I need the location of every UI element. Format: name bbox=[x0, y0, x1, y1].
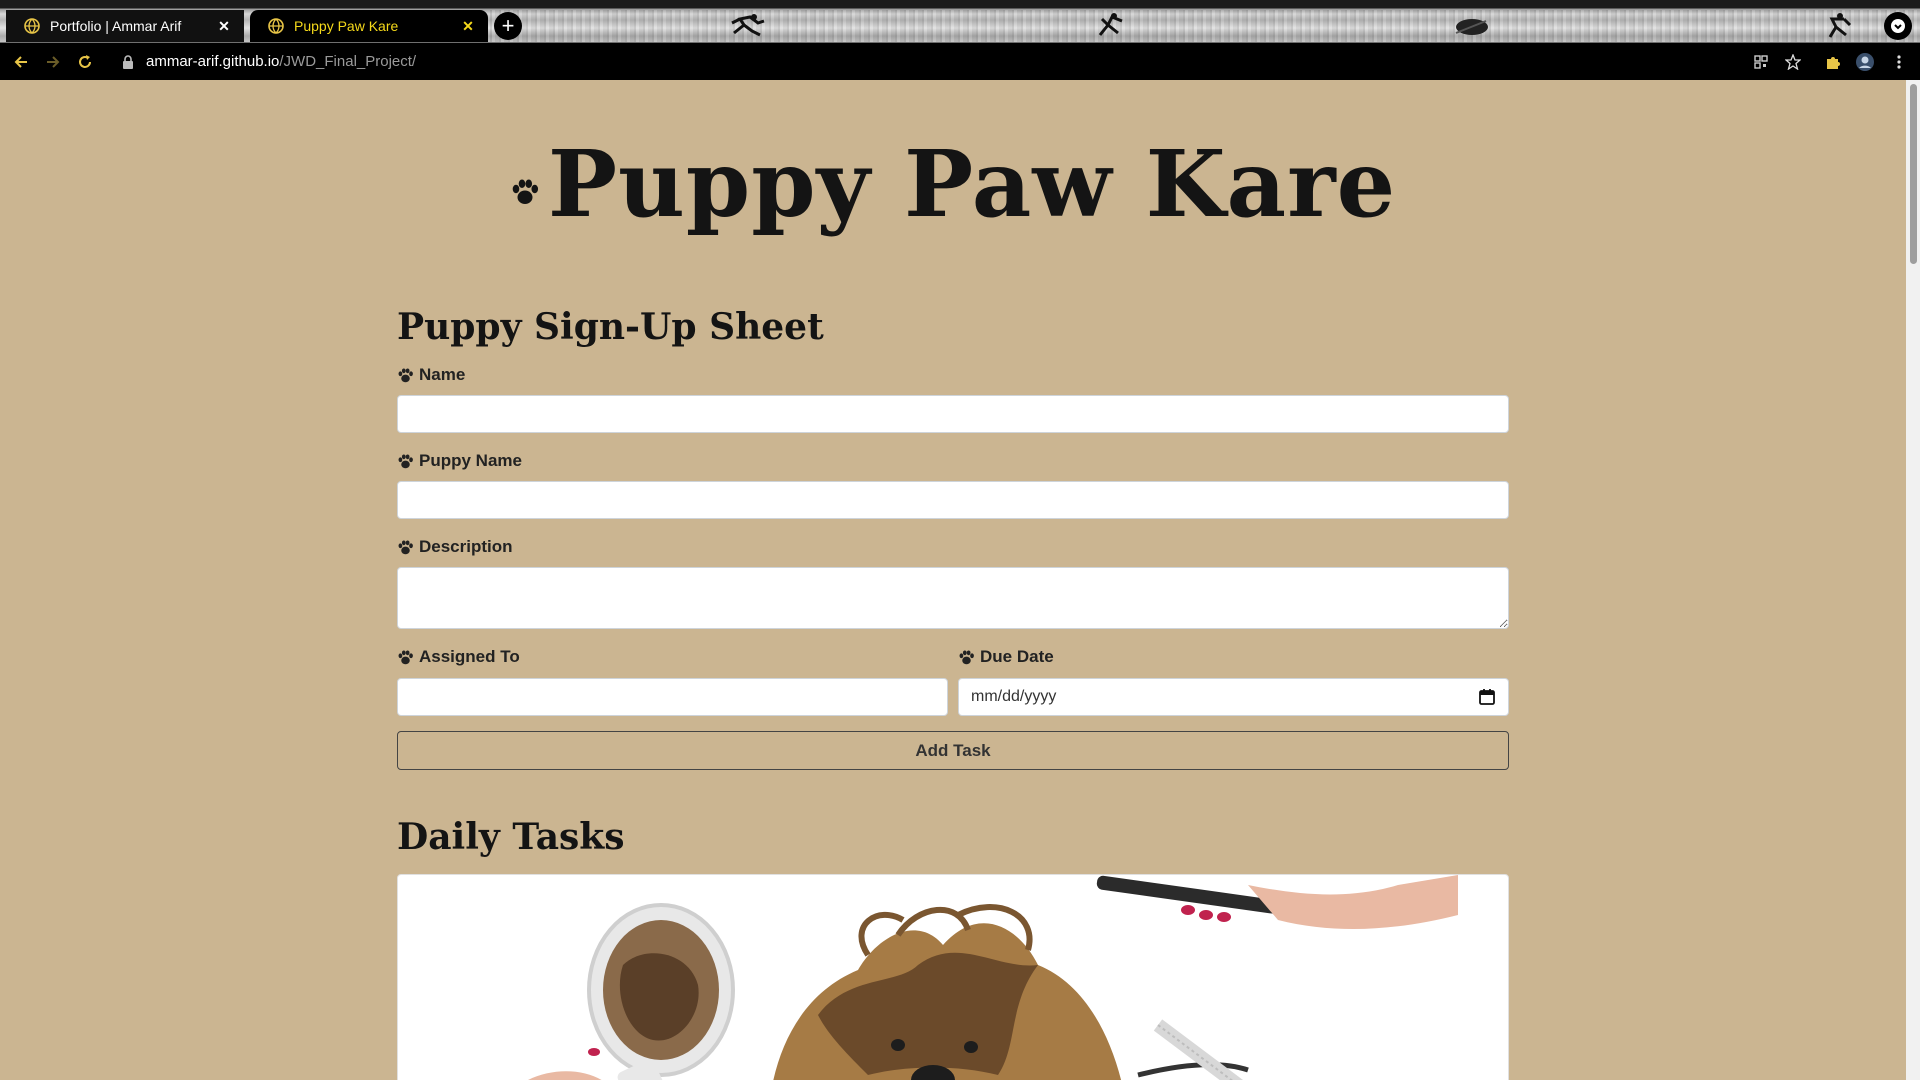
page-content: Puppy Paw Kare Puppy Sign-Up Sheet Name … bbox=[0, 80, 1906, 1080]
qr-code-icon bbox=[1754, 55, 1768, 69]
url-host: ammar-arif.github.io bbox=[146, 53, 280, 70]
add-task-button[interactable]: Add Task bbox=[397, 731, 1509, 770]
globe-icon bbox=[24, 18, 40, 34]
page-scrollbar[interactable] bbox=[1906, 80, 1920, 1080]
lock-icon bbox=[123, 54, 133, 69]
paw-icon bbox=[398, 539, 413, 554]
puzzle-piece-icon bbox=[1827, 57, 1840, 69]
forward-button[interactable] bbox=[42, 51, 64, 73]
tab-title: Portfolio | Ammar Arif bbox=[50, 18, 182, 34]
puppy-name-label-text: Puppy Name bbox=[419, 451, 522, 470]
bookmark-star-button[interactable] bbox=[1782, 51, 1804, 73]
browser-menu-button[interactable] bbox=[1888, 51, 1910, 73]
reload-icon bbox=[79, 55, 91, 68]
site-title-text: Puppy Paw Kare bbox=[547, 130, 1397, 238]
puppy-name-input[interactable] bbox=[397, 481, 1509, 519]
description-label-text: Description bbox=[419, 537, 513, 556]
extensions-button[interactable] bbox=[1822, 51, 1844, 73]
calendar-icon[interactable] bbox=[1478, 688, 1496, 706]
tab-portfolio[interactable]: Portfolio | Ammar Arif ✕ bbox=[6, 10, 244, 42]
due-date-label: Due Date bbox=[958, 647, 1054, 667]
dog-grooming-image bbox=[528, 875, 1458, 1080]
signup-heading: Puppy Sign-Up Sheet bbox=[397, 306, 824, 348]
scrollbar-thumb[interactable] bbox=[1910, 84, 1917, 264]
url-path: /JWD_Final_Project/ bbox=[279, 53, 417, 70]
tab-close-icon[interactable]: ✕ bbox=[216, 18, 232, 35]
paw-icon bbox=[398, 367, 413, 382]
due-date-input[interactable]: mm/dd/yyyy bbox=[958, 678, 1509, 716]
assigned-to-input[interactable] bbox=[397, 678, 948, 716]
name-label: Name bbox=[397, 365, 465, 385]
qr-code-button[interactable] bbox=[1750, 51, 1772, 73]
daily-tasks-heading: Daily Tasks bbox=[397, 816, 625, 858]
puppy-name-label: Puppy Name bbox=[397, 451, 522, 471]
kebab-menu-icon bbox=[1897, 55, 1901, 69]
paw-icon bbox=[959, 649, 974, 664]
theme-runner-graphic bbox=[1455, 19, 1488, 35]
globe-icon bbox=[268, 18, 284, 34]
new-tab-button[interactable]: + bbox=[494, 12, 522, 40]
theme-runner-graphic bbox=[1828, 13, 1852, 38]
star-icon bbox=[1785, 54, 1801, 70]
tab-search-button[interactable] bbox=[1884, 12, 1912, 40]
address-bar[interactable]: ammar-arif.github.io/JWD_Final_Project/ bbox=[108, 46, 1762, 77]
grooming-photo-card bbox=[397, 874, 1509, 1080]
paw-icon bbox=[398, 649, 413, 664]
back-arrow-icon bbox=[14, 56, 27, 68]
theme-runner-graphic bbox=[731, 14, 765, 37]
url-text: ammar-arif.github.io/JWD_Final_Project/ bbox=[146, 53, 416, 70]
name-label-text: Name bbox=[419, 365, 466, 384]
reload-button[interactable] bbox=[74, 51, 96, 73]
assigned-to-label-text: Assigned To bbox=[419, 647, 520, 666]
due-date-label-text: Due Date bbox=[980, 647, 1054, 666]
assigned-to-label: Assigned To bbox=[397, 647, 520, 667]
name-input[interactable] bbox=[397, 395, 1509, 433]
site-title: Puppy Paw Kare bbox=[0, 130, 1906, 238]
profile-avatar-button[interactable] bbox=[1854, 51, 1876, 73]
browser-toolbar: ammar-arif.github.io/JWD_Final_Project/ bbox=[0, 43, 1920, 80]
tab-title: Puppy Paw Kare bbox=[294, 18, 399, 34]
description-textarea[interactable] bbox=[397, 567, 1509, 629]
tab-close-icon[interactable]: ✕ bbox=[460, 18, 476, 35]
due-date-placeholder: mm/dd/yyyy bbox=[971, 688, 1057, 705]
avatar bbox=[1856, 53, 1874, 71]
back-button[interactable] bbox=[10, 51, 32, 73]
forward-arrow-icon bbox=[47, 56, 60, 68]
chevron-down-icon bbox=[1891, 19, 1905, 33]
theme-runner-graphic bbox=[1098, 13, 1123, 36]
tab-puppy-paw-kare[interactable]: Puppy Paw Kare ✕ bbox=[250, 10, 488, 42]
description-label: Description bbox=[397, 537, 513, 557]
plus-icon: + bbox=[501, 13, 515, 38]
paw-icon bbox=[398, 453, 413, 468]
paw-icon bbox=[512, 179, 538, 205]
